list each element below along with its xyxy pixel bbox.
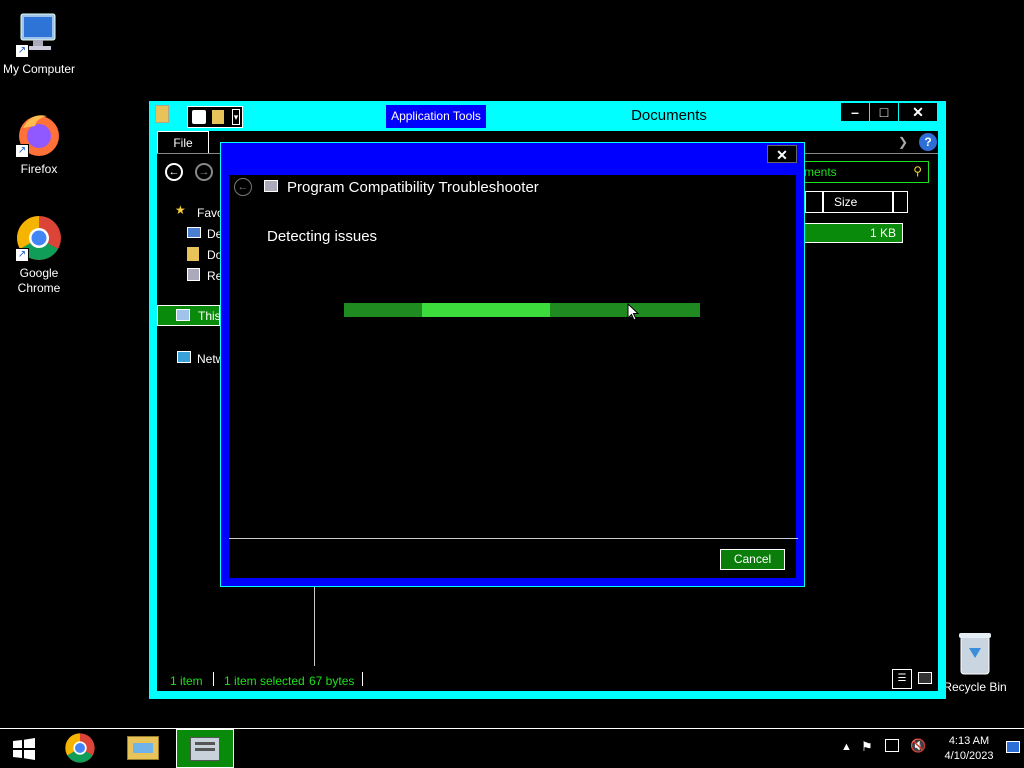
chevron-down-icon[interactable]: ▾ bbox=[232, 109, 240, 125]
nav-this-pc-label: This bbox=[198, 309, 221, 323]
file-size-cell[interactable]: 1 KB bbox=[803, 223, 903, 243]
recycle-bin-icon bbox=[955, 630, 995, 676]
desktop-icon-label: Recycle Bin bbox=[943, 680, 1007, 694]
chrome-icon: ↗ bbox=[15, 214, 63, 262]
desktop-icon-label: Firefox bbox=[20, 162, 58, 176]
search-icon: ⚲ bbox=[913, 164, 922, 178]
windows-logo-icon bbox=[13, 738, 35, 760]
dialog-divider bbox=[229, 538, 798, 539]
pane-splitter[interactable] bbox=[314, 586, 315, 666]
start-button[interactable] bbox=[0, 729, 48, 768]
column-header[interactable] bbox=[893, 191, 908, 213]
taskbar-troubleshooter[interactable] bbox=[176, 729, 234, 768]
folder-icon bbox=[127, 736, 159, 760]
firefox-icon: ↗ bbox=[15, 110, 63, 158]
close-button[interactable]: ✕ bbox=[899, 103, 937, 121]
desktop-icon-label: My Computer bbox=[2, 62, 76, 76]
status-bytes: 67 bytes bbox=[309, 674, 355, 688]
desktop-icon-firefox[interactable]: ↗ Firefox bbox=[1, 110, 77, 177]
downloads-icon bbox=[187, 247, 199, 261]
star-icon: ★ bbox=[175, 203, 186, 217]
clock-time: 4:13 AM bbox=[948, 735, 990, 747]
clock-date: 4/10/2023 bbox=[944, 750, 994, 762]
taskbar-chrome[interactable] bbox=[50, 729, 110, 768]
back-button[interactable]: ← bbox=[165, 163, 183, 181]
large-icons-view-icon[interactable] bbox=[918, 672, 932, 684]
taskbar-file-explorer[interactable] bbox=[114, 729, 172, 768]
taskbar: ▲ ⚑ 🔇 4:13 AM 4/10/2023 bbox=[0, 728, 1024, 768]
status-divider bbox=[362, 672, 363, 686]
dialog-content: ← Program Compatibility Troubleshooter D… bbox=[229, 175, 798, 578]
details-view-icon[interactable]: ☰ bbox=[892, 669, 912, 689]
dialog-close-button[interactable]: ✕ bbox=[767, 145, 797, 163]
search-input[interactable]: ments ⚲ bbox=[797, 161, 929, 183]
show-desktop-button[interactable] bbox=[1006, 741, 1020, 753]
shortcut-arrow-icon: ↗ bbox=[15, 44, 29, 58]
maximize-button[interactable]: □ bbox=[870, 103, 898, 121]
clock[interactable]: 4:13 AM 4/10/2023 bbox=[938, 734, 1000, 764]
progress-bar bbox=[344, 303, 700, 317]
volume-muted-icon[interactable]: 🔇 bbox=[910, 738, 926, 754]
troubleshooter-icon bbox=[190, 737, 220, 761]
shortcut-arrow-icon: ↗ bbox=[15, 248, 29, 262]
quick-access-toolbar[interactable]: ▾ bbox=[187, 106, 243, 128]
mouse-cursor-icon bbox=[627, 303, 639, 321]
status-divider bbox=[213, 672, 214, 686]
chrome-icon bbox=[65, 733, 95, 763]
folder-icon bbox=[155, 105, 169, 123]
column-header-size[interactable]: Size bbox=[823, 191, 893, 213]
computer-icon: ↗ bbox=[15, 10, 63, 58]
forward-button[interactable]: → bbox=[195, 163, 213, 181]
desktop-icon-chrome[interactable]: ↗ Google Chrome bbox=[1, 214, 77, 296]
cancel-button[interactable]: Cancel bbox=[720, 549, 785, 570]
dialog-title: Program Compatibility Troubleshooter bbox=[287, 179, 539, 196]
desktop-icon-recycle-bin[interactable]: Recycle Bin bbox=[937, 630, 1013, 695]
column-header[interactable] bbox=[805, 191, 823, 213]
recent-places-icon bbox=[187, 268, 200, 281]
window-title: Documents bbox=[631, 107, 707, 124]
status-text: Detecting issues bbox=[267, 228, 378, 245]
desktop-icon-my-computer[interactable]: ↗ My Computer bbox=[1, 10, 77, 77]
new-folder-icon[interactable] bbox=[212, 110, 224, 124]
file-tab[interactable]: File bbox=[157, 131, 209, 153]
troubleshooter-dialog[interactable]: ✕ ← Program Compatibility Troubleshooter… bbox=[220, 142, 805, 587]
computer-icon bbox=[176, 309, 190, 321]
progress-bar-fill bbox=[422, 303, 550, 317]
action-center-flag-icon[interactable]: ⚑ bbox=[861, 739, 873, 755]
chevron-down-icon[interactable]: ❯ bbox=[898, 135, 908, 149]
desktop-icon bbox=[187, 227, 201, 238]
minimize-button[interactable]: – bbox=[841, 103, 869, 121]
troubleshooter-icon bbox=[264, 180, 278, 192]
back-button[interactable]: ← bbox=[234, 178, 252, 196]
properties-icon[interactable] bbox=[192, 110, 206, 124]
shortcut-arrow-icon: ↗ bbox=[15, 144, 29, 158]
network-icon[interactable] bbox=[885, 739, 899, 752]
search-placeholder: ments bbox=[804, 165, 837, 179]
desktop-icon-label: Google Chrome bbox=[17, 266, 61, 295]
status-selected: 1 item selected bbox=[224, 674, 305, 688]
help-icon[interactable]: ? bbox=[919, 133, 937, 151]
nav-this-pc[interactable]: This bbox=[157, 305, 221, 326]
network-icon bbox=[177, 351, 191, 363]
app-tools-tab[interactable]: Application Tools bbox=[385, 104, 487, 129]
show-hidden-icons-button[interactable]: ▲ bbox=[841, 741, 852, 753]
status-item-count: 1 item bbox=[170, 674, 203, 688]
